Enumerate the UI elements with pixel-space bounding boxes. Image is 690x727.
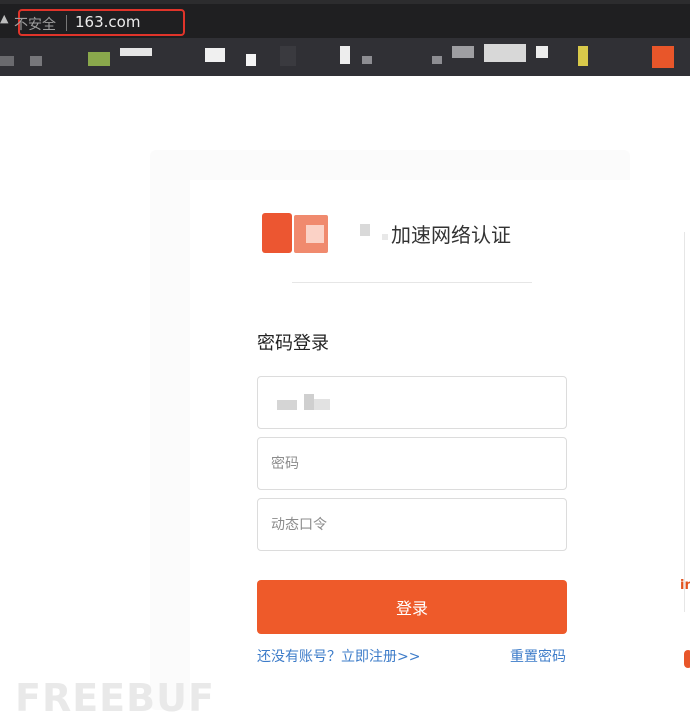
freebuf-watermark: FREEBUF	[15, 676, 215, 720]
page: ▲ 不安全 163.com 加速网络认证 密码登录 动态口令 登录 还没有账号？…	[0, 0, 690, 727]
bookmark-item[interactable]	[536, 46, 548, 58]
bookmark-item[interactable]	[452, 46, 474, 58]
redacted-mark	[382, 234, 388, 240]
bookmark-item[interactable]	[120, 48, 152, 56]
side-panel-badge	[684, 650, 690, 668]
register-link[interactable]: 还没有账号？立即注册>>	[257, 646, 420, 666]
reset-password-link[interactable]: 重置密码	[510, 646, 566, 666]
bookmark-item[interactable]	[246, 54, 256, 66]
url-separator	[66, 15, 67, 31]
bookmark-item[interactable]	[362, 56, 372, 64]
redacted-mark	[360, 224, 370, 236]
redacted-username	[314, 399, 330, 410]
bookmark-item[interactable]	[280, 46, 296, 66]
brand-logo	[262, 213, 330, 255]
bookmark-item[interactable]	[0, 56, 14, 66]
warning-triangle-icon: ▲	[0, 12, 9, 25]
logo-block-highlight	[306, 225, 324, 243]
bookmark-item[interactable]	[432, 56, 442, 64]
header-divider	[292, 282, 532, 283]
password-field[interactable]	[258, 438, 566, 489]
security-indicator[interactable]: 不安全	[14, 14, 56, 34]
username-field[interactable]	[257, 376, 567, 429]
bookmark-item[interactable]	[652, 46, 674, 68]
tab-strip-edge	[0, 0, 690, 4]
bookmark-item[interactable]	[205, 48, 225, 62]
side-panel-border	[684, 232, 685, 612]
bookmark-item[interactable]	[484, 44, 526, 62]
login-heading: 密码登录	[257, 333, 329, 354]
bookmark-item[interactable]	[30, 56, 42, 66]
side-panel-text: in	[680, 578, 690, 593]
bookmark-item[interactable]	[88, 52, 110, 66]
logo-block-left	[262, 213, 292, 253]
bookmark-item[interactable]	[578, 46, 588, 66]
redacted-username	[304, 394, 314, 410]
login-button[interactable]: 登录	[257, 580, 567, 634]
address-bar: ▲ 不安全 163.com	[0, 0, 690, 38]
password-field-wrapper	[257, 437, 567, 490]
otp-field-wrapper	[257, 498, 567, 551]
bookmarks-bar	[0, 38, 690, 76]
otp-field[interactable]	[258, 499, 566, 550]
bookmark-item[interactable]	[340, 46, 350, 64]
url-field[interactable]: 163.com	[75, 13, 140, 31]
brand-title: 加速网络认证	[391, 223, 511, 247]
redacted-username	[277, 400, 297, 410]
